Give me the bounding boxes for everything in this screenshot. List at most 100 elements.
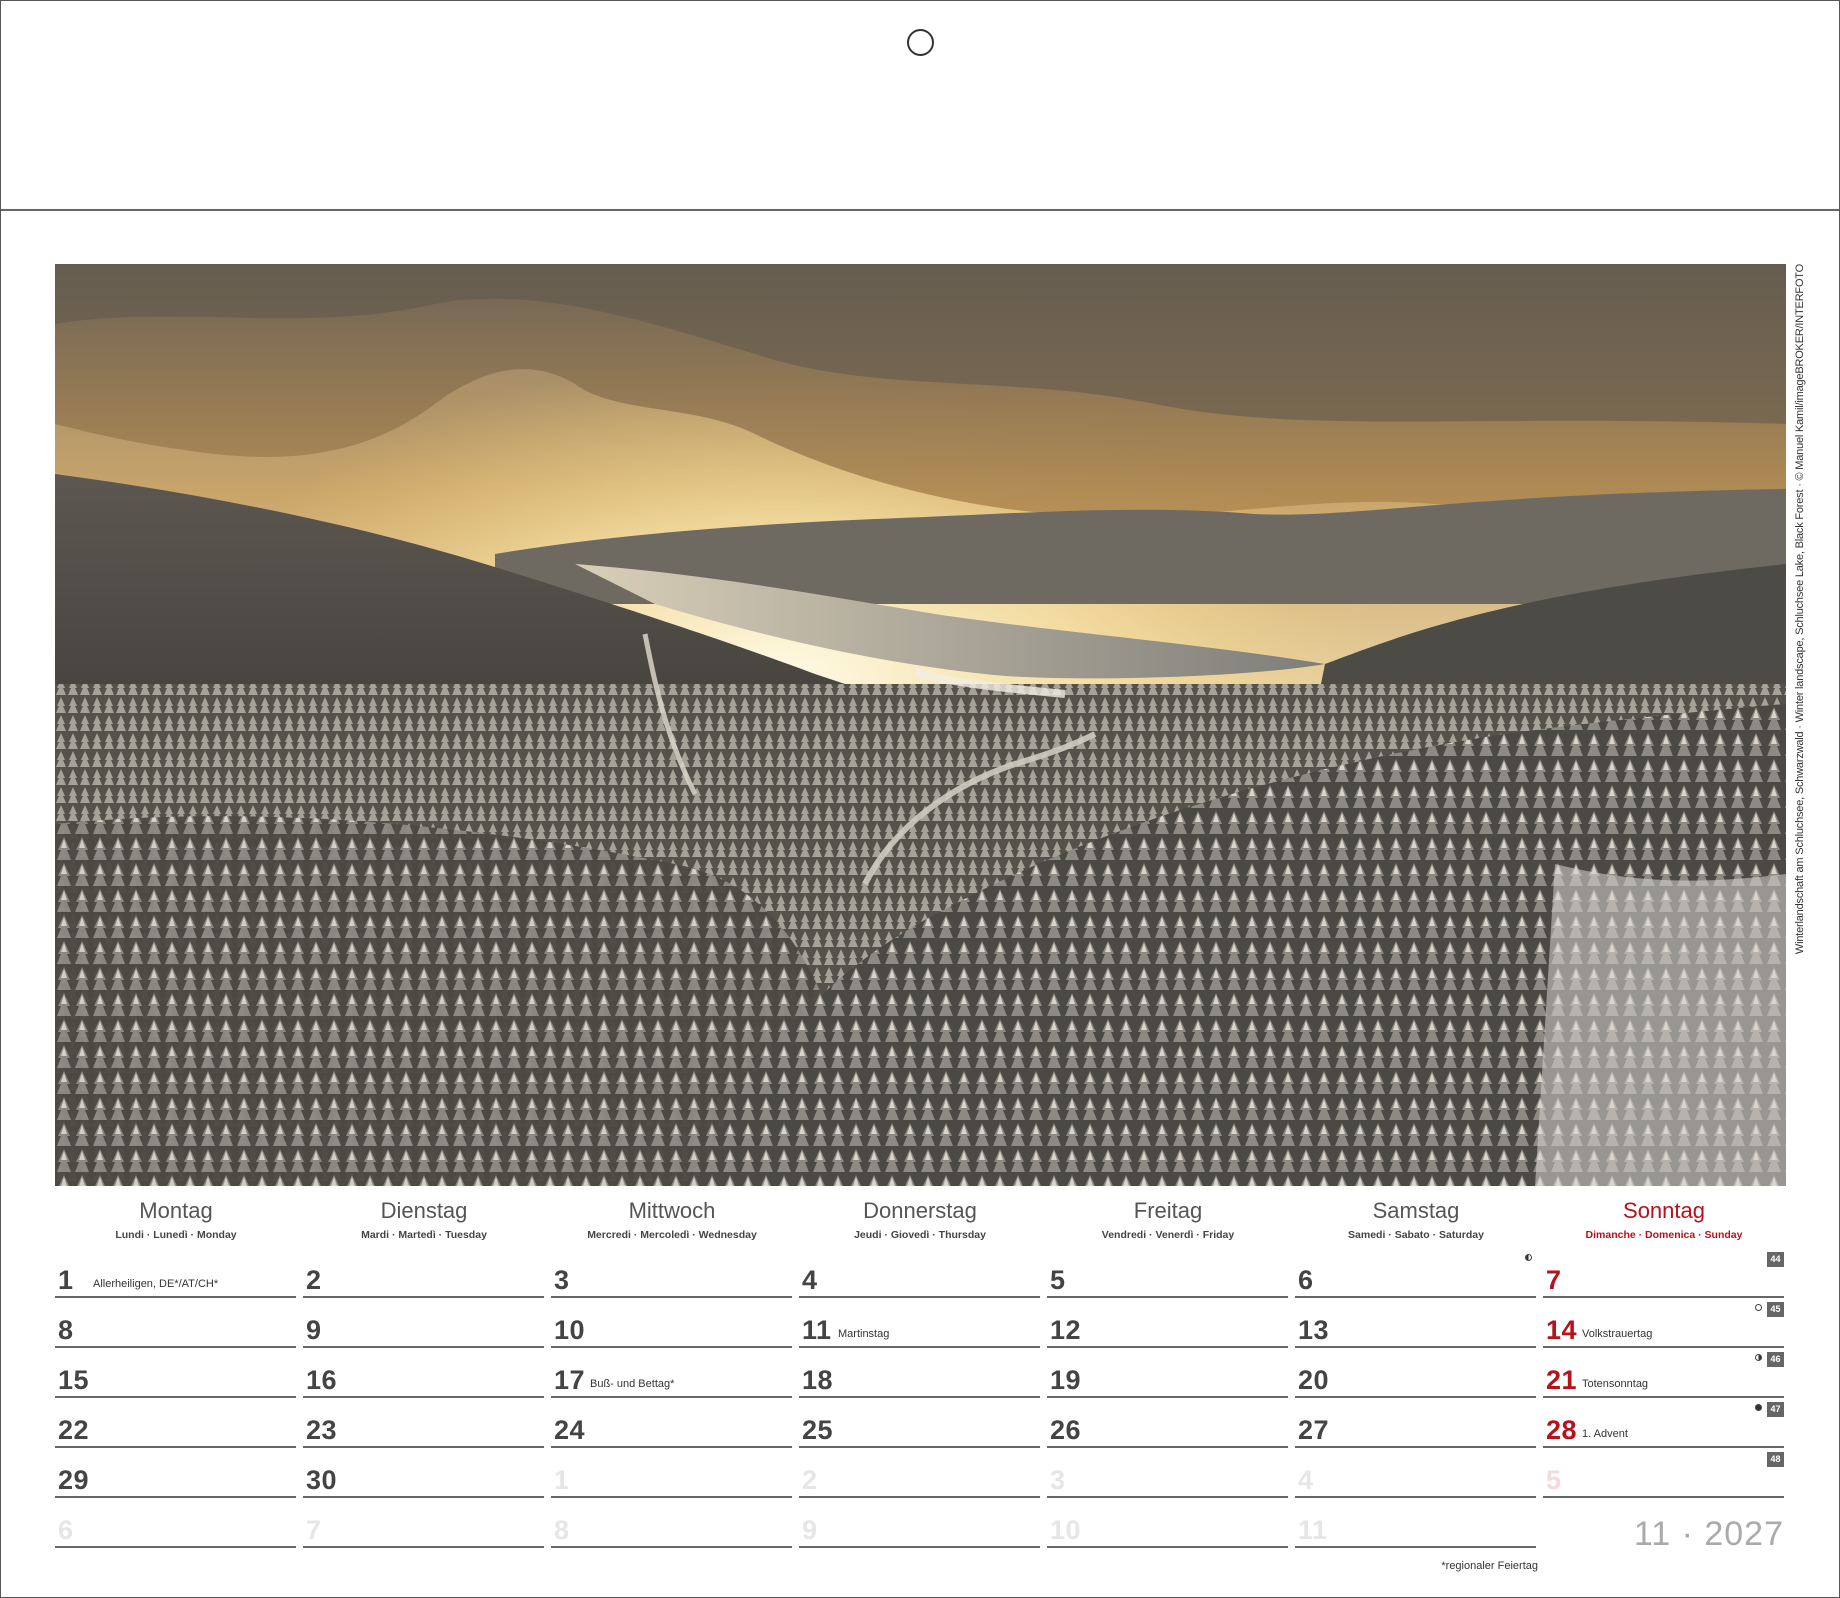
day-number: 22 (58, 1415, 90, 1445)
holiday-note: Volkstrauertag (1582, 1328, 1653, 1340)
day-number: 13 (1298, 1315, 1330, 1345)
day-cell: 5 48 (1543, 1450, 1784, 1498)
photo-credit: Winterlandschaft am Schluchsee, Schwarzw… (1794, 264, 1806, 955)
day-header-thursday: Donnerstag Jeudi · Giovedì · Thursday (800, 1196, 1040, 1244)
day-name: Sonntag (1623, 1198, 1705, 1223)
day-number: 11 (802, 1315, 832, 1345)
day-cell: 11 (1295, 1500, 1536, 1548)
landscape-photo (55, 264, 1786, 1186)
day-cell: 6 (1295, 1250, 1536, 1298)
day-number: 29 (58, 1465, 90, 1495)
day-cell: 24 (551, 1400, 792, 1448)
day-number: 7 (306, 1515, 322, 1545)
day-number: 26 (1050, 1415, 1082, 1445)
day-number: 3 (1050, 1465, 1066, 1495)
moon-phase-first-icon (1755, 1354, 1762, 1361)
day-number: 4 (1298, 1465, 1314, 1495)
day-number: 14 (1546, 1315, 1578, 1345)
day-number: 19 (1050, 1365, 1082, 1395)
day-name-translations: Samedi · Sabato · Saturday (1348, 1229, 1484, 1241)
holiday-note: 1. Advent (1582, 1428, 1628, 1440)
day-cell: 22 (55, 1400, 296, 1448)
day-number: 8 (554, 1515, 570, 1545)
day-cell: 10 (551, 1300, 792, 1348)
day-cell: 14 Volkstrauertag 45 (1543, 1300, 1784, 1348)
day-cell: 8 (551, 1500, 792, 1548)
day-name: Dienstag (380, 1198, 468, 1223)
day-cell: 2 (799, 1450, 1040, 1498)
day-number: 1 (554, 1465, 570, 1495)
day-cell: 15 (55, 1350, 296, 1398)
day-cell: 30 (303, 1450, 544, 1498)
day-header-sunday: Sonntag Dimanche · Domenica · Sunday (1544, 1196, 1784, 1244)
day-cell: 27 (1295, 1400, 1536, 1448)
day-number: 10 (554, 1315, 586, 1345)
day-number: 20 (1298, 1365, 1330, 1395)
day-number: 28 (1546, 1415, 1578, 1445)
day-name: Samstag (1372, 1198, 1460, 1223)
day-number: 16 (306, 1365, 338, 1395)
day-name-translations: Vendredi · Venerdì · Friday (1101, 1229, 1235, 1241)
day-name-translations: Jeudi · Giovedì · Thursday (854, 1229, 986, 1241)
day-cell: 17 Buß- und Bettag* (551, 1350, 792, 1398)
day-cell: 25 (799, 1400, 1040, 1448)
day-number: 9 (306, 1315, 322, 1345)
day-number: 25 (802, 1415, 834, 1445)
day-cell: 23 (303, 1400, 544, 1448)
day-cell: 1 (551, 1450, 792, 1498)
day-cell: 5 (1047, 1250, 1288, 1298)
day-number: 5 (1546, 1465, 1562, 1495)
day-cell: 10 (1047, 1500, 1288, 1548)
hanger-strip (1, 1, 1839, 211)
day-number: 12 (1050, 1315, 1082, 1345)
day-cell: 29 (55, 1450, 296, 1498)
day-number: 4 (802, 1265, 818, 1295)
day-header-tuesday: Dienstag Mardi · Martedì · Tuesday (304, 1196, 544, 1244)
day-cell: 9 (303, 1300, 544, 1348)
day-number: 30 (306, 1465, 338, 1495)
holiday-note: Martinstag (838, 1328, 890, 1340)
day-name-translations: Mardi · Martedì · Tuesday (361, 1229, 487, 1241)
day-cell: 28 1. Advent 47 (1543, 1400, 1784, 1448)
day-cell: 4 (799, 1250, 1040, 1298)
day-name-translations: Lundi · Lunedì · Monday (115, 1229, 237, 1241)
day-number: 6 (58, 1515, 74, 1545)
day-cell: 3 (1047, 1450, 1288, 1498)
day-cell: 20 (1295, 1350, 1536, 1398)
calendar-week-badge: 44 (1767, 1252, 1784, 1267)
calendar-week-badge: 45 (1767, 1302, 1784, 1317)
month-year-label: 11 · 2027 (1633, 1515, 1784, 1553)
day-cell: 9 (799, 1500, 1040, 1548)
day-cell: 12 (1047, 1300, 1288, 1348)
day-cell: 13 (1295, 1300, 1536, 1348)
day-cell: 7 (303, 1500, 544, 1548)
day-number: 17 (554, 1365, 586, 1395)
day-cell: 7 44 (1543, 1250, 1784, 1298)
holiday-note: Allerheiligen, DE*/AT/CH* (93, 1278, 219, 1290)
day-name: Donnerstag (863, 1198, 977, 1223)
day-number: 7 (1546, 1265, 1562, 1295)
regional-holiday-footnote: *regionaler Feiertag (1441, 1560, 1538, 1572)
day-cell: 11 Martinstag (799, 1300, 1040, 1348)
day-number: 2 (306, 1265, 322, 1295)
day-number: 10 (1050, 1515, 1082, 1545)
day-cell: 19 (1047, 1350, 1288, 1398)
moon-phase-last-icon (1525, 1254, 1532, 1261)
day-name: Montag (139, 1198, 213, 1223)
day-cell: 1 Allerheiligen, DE*/AT/CH* (55, 1250, 296, 1298)
day-number: 11 (1298, 1515, 1328, 1545)
day-cell: 8 (55, 1300, 296, 1348)
day-number: 6 (1298, 1265, 1314, 1295)
day-number: 8 (58, 1315, 74, 1345)
day-cell: 3 (551, 1250, 792, 1298)
day-number: 15 (58, 1365, 90, 1395)
day-number: 1 (58, 1265, 74, 1295)
day-cell: 4 (1295, 1450, 1536, 1498)
day-cell: 2 (303, 1250, 544, 1298)
day-cell: 26 (1047, 1400, 1288, 1448)
day-number: 21 (1546, 1365, 1578, 1395)
day-number: 23 (306, 1415, 338, 1445)
day-cell: 16 (303, 1350, 544, 1398)
day-cell: 18 (799, 1350, 1040, 1398)
day-name: Freitag (1133, 1198, 1203, 1223)
